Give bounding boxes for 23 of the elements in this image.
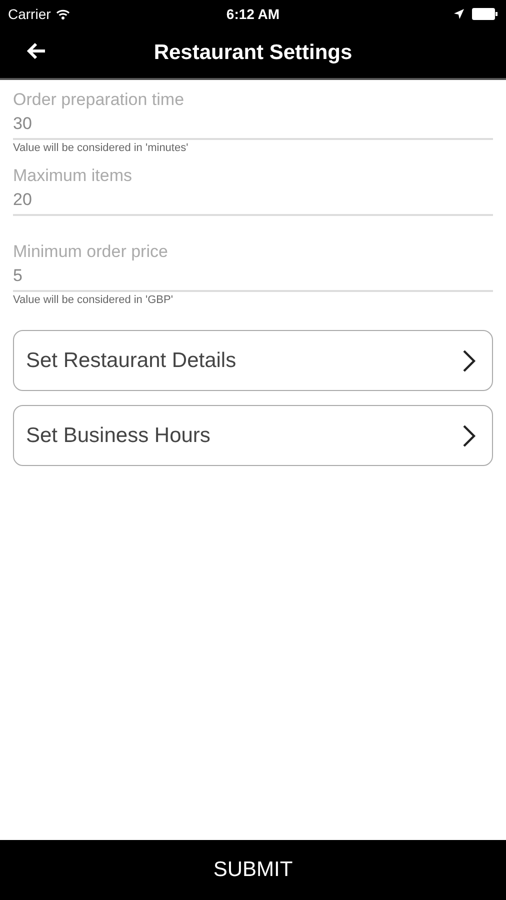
field-label: Minimum order price [13,242,169,262]
submit-button[interactable]: SUBMIT [0,840,506,900]
text-field[interactable]: Maximum items 20 [13,166,493,216]
field-value[interactable]: 5 [13,266,493,286]
carrier-label: Carrier [8,6,51,22]
location-arrow-icon [454,9,464,19]
text-field[interactable]: Order preparation time 30 [13,90,493,140]
chevron-right-icon [462,424,476,448]
status-time: 6:12 AM [226,6,280,22]
navigation-row-button[interactable]: Set Restaurant Details [13,330,493,391]
field-hint: Value will be considered in 'minutes' [13,142,188,154]
navigation-row-button[interactable]: Set Business Hours [13,405,493,466]
back-arrow-icon [26,42,46,60]
field-value[interactable]: 20 [13,190,493,210]
field-value[interactable]: 30 [13,114,493,134]
battery-icon [472,8,498,20]
field-label: Order preparation time [13,90,186,110]
chevron-right-icon [462,348,476,372]
wifi-icon [56,8,70,20]
field-hint: Value will be considered in 'GBP' [13,294,173,306]
screen-title: Restaurant Settings [154,41,352,65]
text-field[interactable]: Minimum order price 5 [13,242,493,292]
field-label: Maximum items [13,166,134,186]
